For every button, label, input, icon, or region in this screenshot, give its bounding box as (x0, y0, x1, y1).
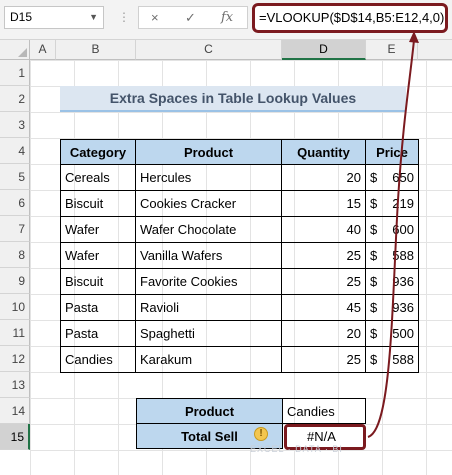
annotation-arrow (367, 31, 419, 438)
